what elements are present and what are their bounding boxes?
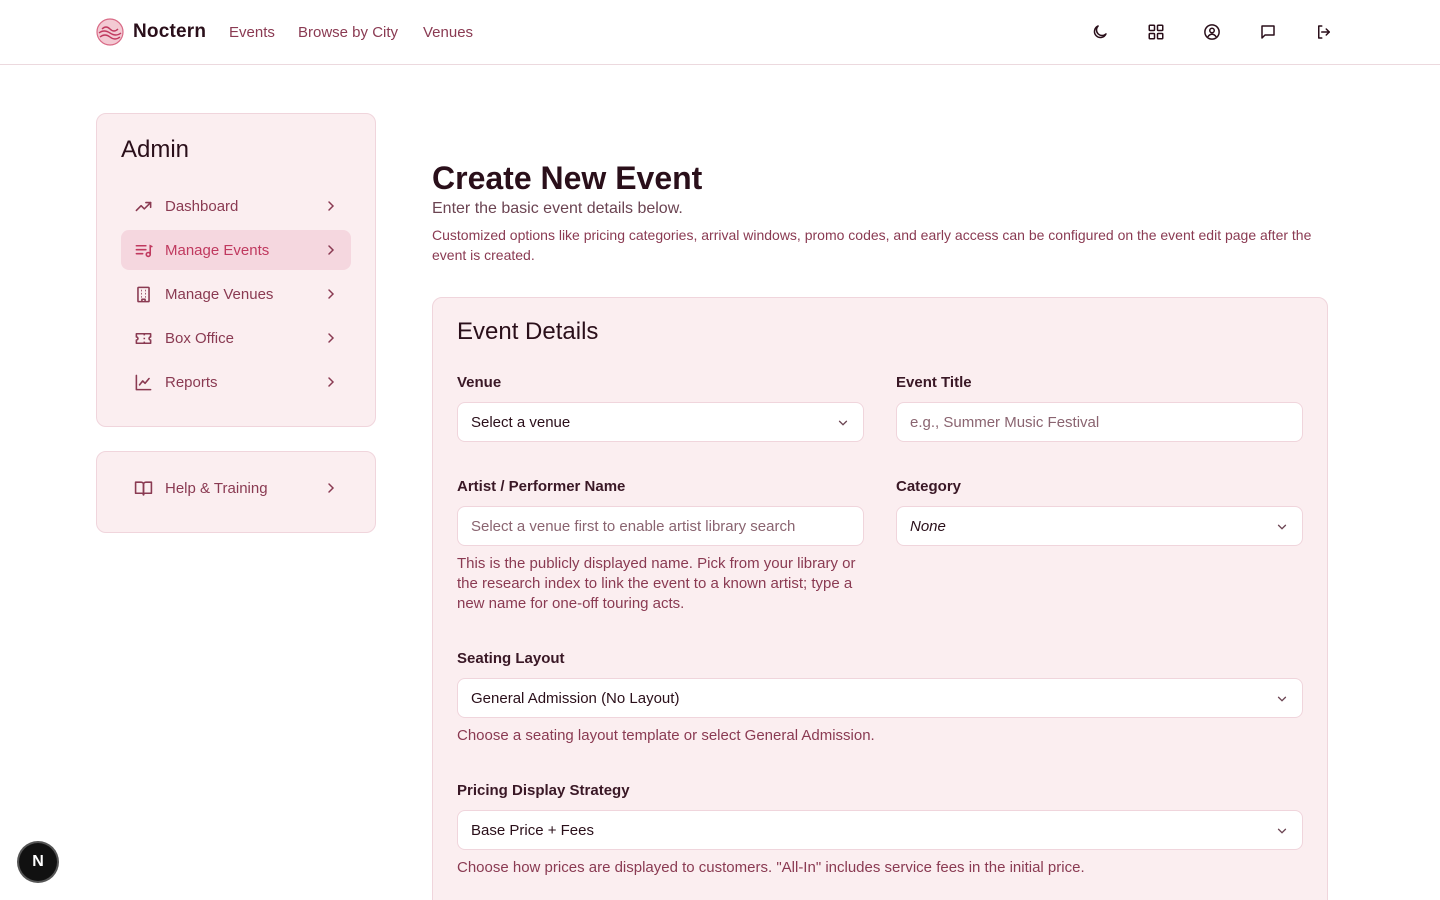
admin-sidebar: Admin Dashboard Manage Events Manage Ven… (96, 113, 376, 427)
page-note: Customized options like pricing categori… (432, 227, 1312, 263)
category-label: Category (896, 478, 962, 495)
trending-up-icon (133, 196, 153, 216)
book-icon (133, 478, 153, 498)
chevron-down-icon (1277, 828, 1287, 834)
pricing-strategy-value: Base Price + Fees (471, 821, 594, 839)
chevron-down-icon (1277, 696, 1287, 702)
sidebar-item-label: Reports (165, 373, 218, 391)
sidebar-item-reports[interactable]: Reports (121, 362, 351, 402)
chevron-down-icon (1277, 524, 1287, 530)
page-subtitle: Enter the basic event details below. (432, 200, 683, 217)
venue-select-value: Select a venue (471, 413, 571, 431)
seating-layout-hint: Choose a seating layout template or sele… (457, 727, 875, 744)
brand-name: Noctern (133, 21, 207, 42)
pricing-strategy-select[interactable]: Base Price + Fees (457, 810, 1303, 850)
event-title-label: Event Title (896, 374, 972, 391)
building-icon (133, 284, 153, 304)
sidebar-title: Admin (121, 136, 190, 163)
dev-tools-badge[interactable]: N (19, 843, 57, 881)
event-title-input[interactable]: e.g., Summer Music Festival (896, 402, 1303, 442)
chevron-right-icon (328, 377, 335, 387)
pricing-strategy-label: Pricing Display Strategy (457, 782, 630, 799)
category-select[interactable]: None (896, 506, 1303, 546)
sidebar-item-dashboard[interactable]: Dashboard (121, 186, 351, 226)
venue-select[interactable]: Select a venue (457, 402, 864, 442)
logout-icon[interactable] (1312, 20, 1336, 44)
sidebar-item-label: Manage Events (165, 241, 270, 259)
artist-hint: This is the publicly displayed name. Pic… (457, 555, 856, 612)
event-title-placeholder: e.g., Summer Music Festival (910, 413, 1100, 431)
seating-layout-label: Seating Layout (457, 650, 565, 667)
sidebar-item-label: Help & Training (165, 479, 268, 497)
message-icon[interactable] (1256, 20, 1280, 44)
sidebar-item-label: Dashboard (165, 197, 239, 215)
seating-layout-select[interactable]: General Admission (No Layout) (457, 678, 1303, 718)
card-title: Event Details (457, 318, 599, 345)
nav-link-events[interactable]: Events (229, 24, 275, 41)
brand[interactable]: Noctern (96, 18, 206, 46)
noctern-logo-icon (96, 18, 124, 46)
seating-layout-value: General Admission (No Layout) (471, 689, 680, 707)
venue-label: Venue (457, 374, 502, 391)
chevron-right-icon (328, 201, 335, 211)
sidebar-item-manage-venues[interactable]: Manage Venues (121, 274, 351, 314)
list-music-icon (133, 240, 153, 260)
top-navigation-bar: Noctern Events Browse by City Venues (0, 0, 1440, 65)
artist-label: Artist / Performer Name (457, 478, 626, 495)
help-sidebar: Help & Training (96, 451, 376, 533)
sidebar-item-manage-events[interactable]: Manage Events (121, 230, 351, 270)
nav-link-venues[interactable]: Venues (423, 24, 473, 41)
moon-icon[interactable] (1088, 20, 1112, 44)
chevron-down-icon (838, 420, 848, 426)
chevron-right-icon (328, 483, 335, 493)
sidebar-item-box-office[interactable]: Box Office (121, 318, 351, 358)
category-select-value: None (910, 517, 946, 535)
artist-input[interactable]: Select a venue first to enable artist li… (457, 506, 864, 546)
chart-icon (133, 372, 153, 392)
sidebar-item-label: Box Office (165, 329, 234, 347)
nav-link-browse-by-city[interactable]: Browse by City (298, 24, 398, 41)
pricing-strategy-hint: Choose how prices are displayed to custo… (457, 859, 1085, 876)
sidebar-item-label: Manage Venues (165, 285, 274, 303)
chevron-right-icon (328, 289, 335, 299)
grid-icon[interactable] (1144, 20, 1168, 44)
sidebar-item-help-training[interactable]: Help & Training (121, 468, 351, 508)
ticket-icon (133, 328, 153, 348)
page-title: Create New Event (432, 160, 703, 196)
chevron-right-icon (328, 245, 335, 255)
user-circle-icon[interactable] (1200, 20, 1224, 44)
artist-placeholder: Select a venue first to enable artist li… (471, 517, 796, 535)
chevron-right-icon (328, 333, 335, 343)
